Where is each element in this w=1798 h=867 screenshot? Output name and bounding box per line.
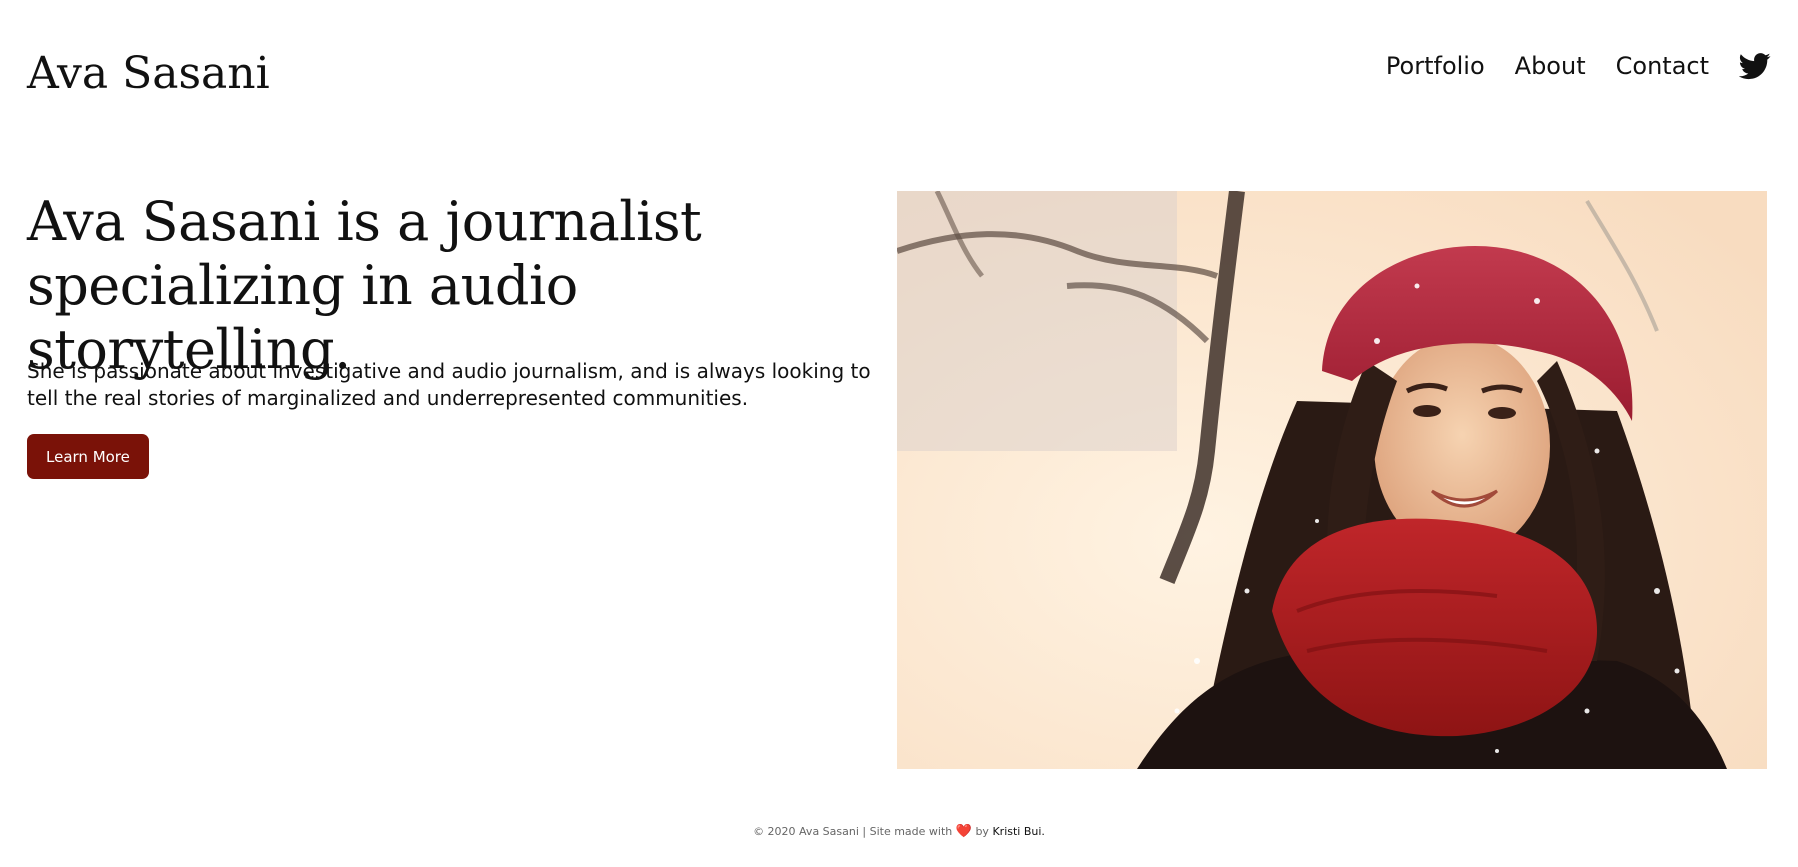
footer: © 2020 Ava Sasani | Site made with ❤️ by… <box>0 824 1798 839</box>
nav-contact-link[interactable]: Contact <box>1616 52 1709 80</box>
footer-copyright: © 2020 Ava Sasani | Site made with <box>753 825 953 838</box>
twitter-icon[interactable] <box>1738 50 1771 82</box>
hero-headline: Ava Sasani is a journalist specializing … <box>27 190 702 381</box>
page: Ava Sasani Portfolio About Contact Ava S… <box>0 0 1798 867</box>
site-title[interactable]: Ava Sasani <box>27 44 270 104</box>
portrait-photo <box>897 191 1767 769</box>
main-nav: Portfolio About Contact <box>1386 46 1771 86</box>
heart-icon: ❤️ <box>955 824 972 839</box>
footer-by: by <box>975 825 989 838</box>
learn-more-button[interactable]: Learn More <box>27 434 149 479</box>
hero-description: She is passionate about investigative an… <box>27 359 871 410</box>
footer-author-link[interactable]: Kristi Bui. <box>992 825 1044 838</box>
nav-about-link[interactable]: About <box>1515 52 1586 80</box>
nav-portfolio-link[interactable]: Portfolio <box>1386 52 1485 80</box>
